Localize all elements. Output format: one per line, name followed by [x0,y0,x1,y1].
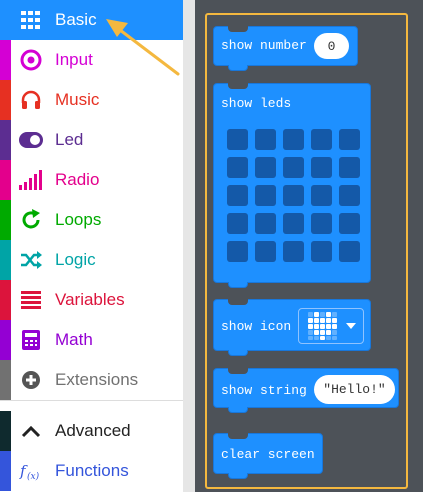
target-icon [18,48,44,72]
headphones-icon [18,88,44,112]
category-radio-swatch [0,160,11,200]
category-logic[interactable]: Logic [0,240,183,280]
category-radio[interactable]: Radio [0,160,183,200]
calculator-icon [18,328,44,352]
block-notch [228,299,248,305]
category-math-label: Math [55,330,93,349]
led-cell[interactable] [339,241,360,262]
category-math-swatch [0,320,11,360]
led-cell[interactable] [283,185,304,206]
category-math[interactable]: Math [0,320,183,360]
category-logic-label: Logic [55,250,96,269]
category-music[interactable]: Music [0,80,183,120]
led-cell[interactable] [311,185,332,206]
led-cell[interactable] [311,241,332,262]
category-variables-swatch [0,280,11,320]
show-icon-label: show icon [221,319,292,334]
block-tab [228,407,248,413]
block-notch [228,83,248,89]
led-cell[interactable] [283,157,304,178]
led-cell[interactable] [311,157,332,178]
led-cell[interactable] [227,157,248,178]
category-loops-swatch [0,200,11,240]
toolbox-separator [0,400,183,408]
category-music-label: Music [55,90,100,109]
shuffle-icon [18,248,44,272]
category-functions[interactable]: f (x) Functions [0,451,183,491]
block-notch [228,433,248,439]
category-radio-label: Radio [55,170,100,189]
list-icon [18,288,44,312]
category-logic-swatch [0,240,11,280]
block-tab [228,65,248,71]
category-advanced-label: Advanced [55,421,131,440]
category-input-label: Input [55,50,93,69]
led-cell[interactable] [283,241,304,262]
show-number-label: show number [221,38,307,53]
function-icon: f (x) [18,459,44,483]
category-variables[interactable]: Variables [0,280,183,320]
block-tab [228,282,248,288]
led-cell[interactable] [227,185,248,206]
category-led-swatch [0,120,11,160]
category-input-swatch [0,40,11,80]
category-advanced[interactable]: Advanced [0,411,183,451]
led-cell[interactable] [339,157,360,178]
led-cell[interactable] [227,129,248,150]
category-advanced-swatch [0,411,11,451]
led-cell[interactable] [339,185,360,206]
show-leds-label: show leds [221,96,292,111]
category-input[interactable]: Input [0,40,183,80]
led-cell[interactable] [227,213,248,234]
caret-down-icon [346,323,356,329]
led-cell[interactable] [311,213,332,234]
heart-icon [308,312,337,340]
led-cell[interactable] [255,157,276,178]
show-string-value-input[interactable]: "Hello!" [314,375,395,404]
category-variables-label: Variables [55,290,125,309]
svg-text:(x): (x) [27,471,40,482]
show-number-value-input[interactable]: 0 [314,33,349,59]
block-tab [228,473,248,479]
block-notch [228,368,248,374]
led-cell[interactable] [339,213,360,234]
chevron-up-icon [18,419,44,443]
block-notch [228,26,248,32]
led-cell[interactable] [283,129,304,150]
category-extensions-swatch [0,360,11,400]
category-loops-label: Loops [55,210,102,229]
led-cell[interactable] [255,213,276,234]
clear-screen-label: clear screen [221,447,315,462]
category-led[interactable]: Led [0,120,183,160]
category-led-label: Led [55,130,84,149]
icon-dropdown[interactable] [298,308,364,344]
led-cell[interactable] [339,129,360,150]
toggle-icon [18,128,44,152]
plus-circle-icon [18,368,44,392]
show-string-label: show string [221,383,307,398]
category-basic[interactable]: Basic [0,0,183,40]
category-extensions-label: Extensions [55,370,139,389]
category-music-swatch [0,80,11,120]
led-cell[interactable] [311,129,332,150]
refresh-icon [18,208,44,232]
led-cell[interactable] [255,129,276,150]
toolbox: Basic Input Music Led Radio Loops Logic … [0,0,183,492]
category-basic-label: Basic [55,10,97,29]
category-functions-label: Functions [55,461,129,480]
category-loops[interactable]: Loops [0,200,183,240]
signal-bars-icon [18,168,44,192]
grid-icon [18,8,44,32]
block-tab [228,350,248,356]
category-extensions[interactable]: Extensions [0,360,183,400]
toolbox-scrollbar[interactable] [183,0,195,492]
led-cell[interactable] [283,213,304,234]
led-cell[interactable] [255,185,276,206]
led-cell[interactable] [227,241,248,262]
category-functions-swatch [0,451,11,491]
led-cell[interactable] [255,241,276,262]
